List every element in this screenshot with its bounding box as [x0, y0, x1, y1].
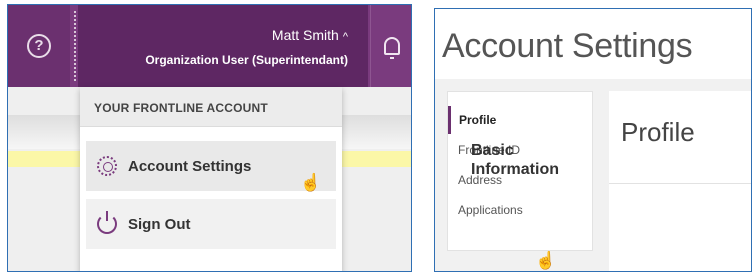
page-title: Account Settings	[442, 27, 693, 65]
power-icon	[97, 211, 117, 234]
bell-icon	[384, 37, 400, 59]
nav-item-applications[interactable]: Applications	[448, 196, 588, 224]
basic-information-heading: Basic Information	[471, 142, 559, 178]
account-settings-menu-item[interactable]: Account Settings	[86, 141, 336, 191]
user-menu-toggle[interactable]: Matt Smith ^ Organization User (Superinte…	[78, 5, 368, 87]
user-name: Matt Smith ^	[271, 27, 348, 43]
profile-heading: Profile	[621, 117, 695, 147]
nav-item-profile[interactable]: Profile	[448, 106, 588, 134]
dropdown-header: YOUR FRONTLINE ACCOUNT	[80, 87, 342, 127]
account-settings-screenshot: Account Settings Profile Frontline ID Ad…	[434, 8, 752, 272]
account-menu-screenshot: ? Matt Smith ^ Organization User (Superin…	[7, 4, 412, 272]
hand-cursor-icon: ☝	[535, 251, 557, 270]
gear-icon	[97, 156, 117, 176]
chevron-up-icon: ^	[342, 31, 348, 43]
content-divider	[609, 183, 751, 184]
nav-divider	[74, 11, 76, 81]
user-role: Organization User (Superintendant)	[145, 53, 348, 67]
help-button[interactable]: ?	[8, 5, 70, 87]
notifications-button[interactable]	[370, 5, 411, 87]
sign-out-label: Sign Out	[128, 215, 191, 233]
account-settings-label: Account Settings	[128, 157, 252, 175]
profile-content: Profile	[609, 91, 751, 271]
help-icon: ?	[27, 34, 51, 58]
hand-cursor-icon: ☝	[300, 173, 322, 192]
sign-out-menu-item[interactable]: Sign Out	[86, 199, 336, 249]
